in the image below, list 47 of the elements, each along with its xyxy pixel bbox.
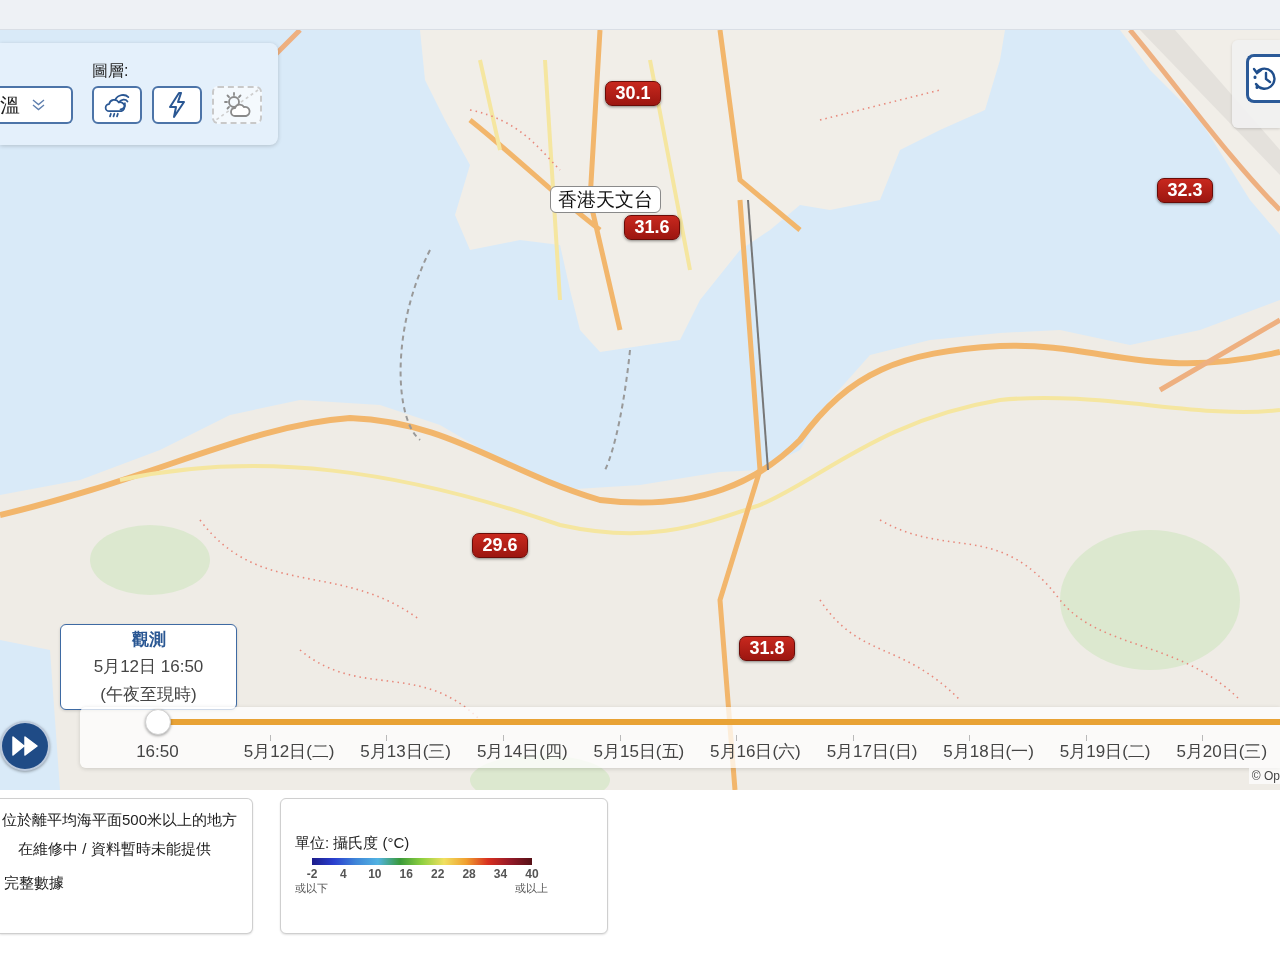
sun-cloud-icon [223, 92, 251, 118]
scale-tick-label: 22 [430, 867, 446, 881]
scale-tick-label: -2 [305, 867, 319, 881]
timeline-date-label: 5月20日(三) [1175, 741, 1269, 763]
layer-toggle-button[interactable] [152, 86, 202, 124]
legend-note: 在維修中 / 資料暫時未能提供 [17, 839, 212, 859]
lightning-icon [167, 92, 187, 118]
timeline-date-label: 5月13日(三) [359, 741, 453, 763]
timeline-date-label: 5月17日(日) [825, 741, 919, 763]
temperature-marker[interactable]: 31.8 [739, 636, 795, 661]
timeline-date-label: 5月15日(五) [592, 741, 686, 763]
scale-high-note: 或以上 [515, 881, 548, 895]
unit-label: 單位: 攝氏度 (°C) [295, 834, 411, 852]
legend-note: 位於離平均海平面500米以上的地方 [1, 810, 239, 830]
timeline-date-label: 5月16日(六) [709, 741, 802, 763]
layer-toggle-button[interactable] [212, 86, 262, 124]
temperature-marker[interactable]: 32.3 [1157, 178, 1213, 203]
timeline-time-label: 16:50 [136, 741, 179, 763]
double-chevron-down-icon [32, 99, 45, 111]
timeline-thumb[interactable] [145, 709, 171, 735]
variable-dropdown[interactable]: 溫 [0, 86, 73, 124]
timeline-date-label: 5月19日(二) [1058, 741, 1152, 763]
timeline-date-label: 5月18日(一) [942, 741, 1035, 763]
scale-tick-label: 28 [461, 867, 477, 881]
temperature-marker[interactable]: 31.6 [624, 215, 680, 240]
station-label: 香港天文台 [550, 186, 661, 213]
scale-tick-label: 16 [398, 867, 414, 881]
layer-toggle-button[interactable] [92, 86, 142, 124]
timeline-track[interactable] [145, 709, 1280, 735]
temperature-marker[interactable]: 29.6 [472, 533, 528, 558]
timeline-date-label: 5月12日(二) [242, 741, 336, 763]
history-button[interactable] [1246, 54, 1280, 103]
scale-tick-label: 40 [524, 867, 540, 881]
observation-time: 5月12日 16:50 [93, 656, 204, 678]
scale-tick-label: 34 [492, 867, 509, 881]
timeline-date-label: 5月14日(四) [475, 741, 569, 763]
layers-label: 圖層: [92, 62, 130, 80]
observation-note: (午夜至現時) [100, 684, 197, 706]
observation-title: 觀測 [131, 629, 166, 651]
fast-forward-icon [12, 736, 38, 756]
legend-note: 完整數據 [3, 873, 65, 893]
temperature-marker[interactable]: 30.1 [605, 81, 661, 106]
storm-cloud-icon [103, 91, 131, 119]
scale-tick-label: 4 [339, 867, 348, 881]
map-attribution[interactable]: © Op [1248, 768, 1280, 784]
scale-tick-label: 10 [367, 867, 383, 881]
scale-low-note: 或以下 [295, 881, 328, 895]
